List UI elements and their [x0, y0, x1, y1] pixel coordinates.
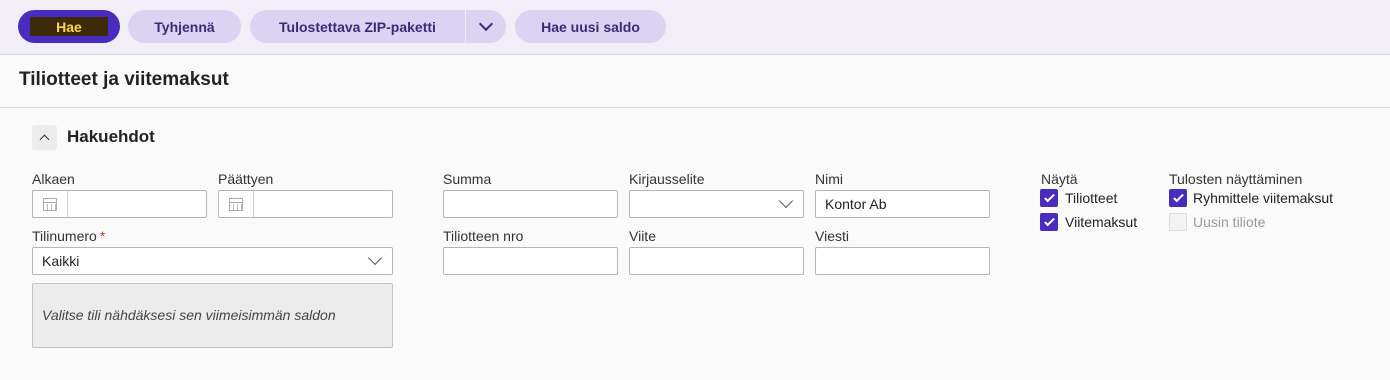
message-input[interactable] [815, 247, 990, 275]
start-date-picker-button[interactable] [33, 191, 68, 217]
results-display-label: Tulosten näyttäminen [1169, 171, 1303, 187]
calendar-icon [43, 197, 57, 211]
page-title: Tiliotteet ja viitemaksut [19, 69, 229, 90]
end-date-picker-button[interactable] [219, 191, 254, 217]
reference-payments-checkbox[interactable] [1040, 213, 1058, 231]
account-number-label: Tilinumero * [32, 228, 105, 244]
zip-package-button[interactable]: Tulostettava ZIP-paketti [250, 10, 465, 43]
reference-label: Viite [629, 228, 656, 244]
calendar-icon [229, 197, 243, 211]
required-marker: * [99, 228, 106, 244]
newest-statement-label: Uusin tiliote [1193, 214, 1266, 230]
chevron-down-icon [778, 193, 794, 209]
section-title: Hakuehdot [67, 127, 155, 146]
end-date-label: Päättyen [218, 171, 274, 187]
balance-info-text: Valitse tili nähdäksesi sen viimeisimmän… [42, 307, 336, 323]
posting-text-select[interactable] [629, 190, 804, 218]
start-date-field[interactable] [32, 190, 207, 218]
checkmark-icon [1043, 215, 1055, 226]
clear-button[interactable]: Tyhjennä [128, 10, 241, 43]
reference-payments-checkbox-label[interactable]: Viitemaksut [1065, 214, 1137, 230]
group-reference-payments-label[interactable]: Ryhmittele viitemaksut [1193, 190, 1333, 206]
checkmark-icon [1172, 191, 1184, 202]
end-date-field[interactable] [218, 190, 393, 218]
statements-checkbox-label[interactable]: Tiliotteet [1065, 190, 1117, 206]
name-input[interactable]: Kontor Ab [815, 190, 990, 218]
balance-info-box: Valitse tili nähdäksesi sen viimeisimmän… [32, 283, 393, 348]
title-divider [0, 107, 1390, 108]
newest-statement-checkbox[interactable] [1169, 213, 1187, 231]
account-number-value: Kaikki [42, 253, 80, 269]
search-button-label: Hae [30, 17, 108, 36]
name-label: Nimi [815, 171, 843, 187]
name-value: Kontor Ab [825, 196, 887, 212]
statement-number-label: Tiliotteen nro [443, 228, 524, 244]
reference-input[interactable] [629, 247, 804, 275]
search-button[interactable]: Hae [18, 10, 120, 43]
start-date-label: Alkaen [32, 171, 75, 187]
show-label: Näytä [1041, 171, 1078, 187]
statements-checkbox[interactable] [1040, 189, 1058, 207]
collapse-section-button[interactable] [32, 125, 57, 150]
sum-input[interactable] [443, 190, 618, 218]
chevron-down-icon [478, 16, 494, 32]
group-reference-payments-checkbox[interactable] [1169, 189, 1187, 207]
chevron-down-icon [367, 250, 383, 266]
message-label: Viesti [815, 228, 849, 244]
sum-label: Summa [443, 171, 492, 187]
checkmark-icon [1043, 191, 1055, 202]
chevron-up-icon [39, 134, 50, 144]
account-number-label-text: Tilinumero [32, 228, 97, 244]
account-number-select[interactable]: Kaikki [32, 247, 393, 275]
statement-number-input[interactable] [443, 247, 618, 275]
fetch-new-balance-button[interactable]: Hae uusi saldo [515, 10, 666, 43]
toolbar: Hae Tyhjennä Tulostettava ZIP-paketti Ha… [0, 0, 1390, 55]
zip-package-dropdown-button[interactable] [466, 10, 506, 43]
posting-text-label: Kirjausselite [629, 171, 705, 187]
